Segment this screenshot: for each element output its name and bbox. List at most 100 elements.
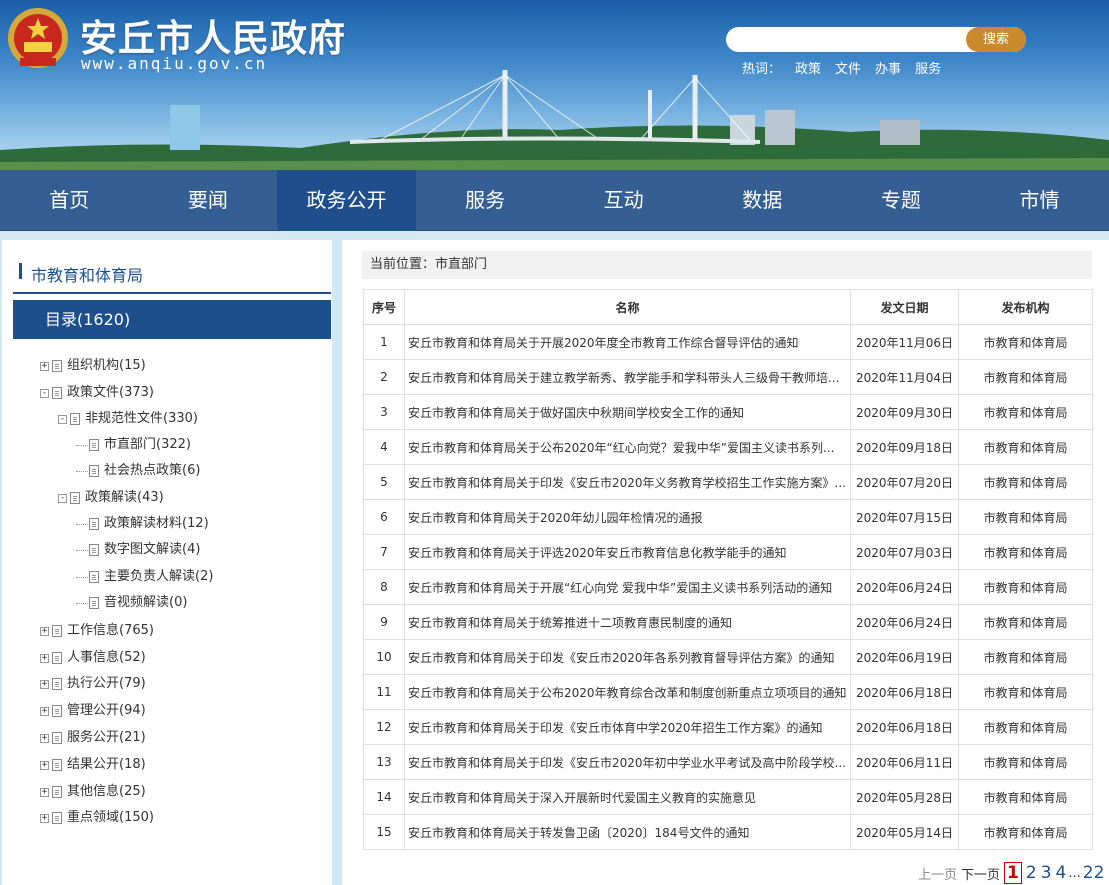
expand-icon[interactable]: + (40, 653, 49, 663)
document-title-link[interactable]: 安丘市教育和体育局关于建立教学新秀、教学能手和学科带头人三级骨干教师培... (404, 359, 851, 395)
column-header-date: 发文日期 (850, 289, 959, 325)
document-title-link[interactable]: 安丘市教育和体育局关于印发《安丘市2020年初中学业水平考试及高中阶段学校... (404, 744, 851, 780)
hotword-link[interactable]: 办事 (875, 58, 901, 77)
expand-icon[interactable]: + (40, 813, 49, 823)
tree-item[interactable]: - 政策解读(43) (58, 489, 164, 507)
tree-item-label: 主要负责人解读(2) (104, 569, 214, 584)
row-index: 13 (363, 744, 405, 780)
page-link-current[interactable]: 1 (1004, 862, 1022, 884)
tree-item[interactable]: - 政策文件(373) (40, 384, 154, 402)
sidebar: 市教育和体育局 目录(1620) + 组织机构(15) - 政策文件(373) - 非规范… (2, 240, 332, 885)
tree-item-label: 数字图文解读(4) (104, 542, 201, 557)
tree-item[interactable]: + 工作信息(765) (40, 622, 154, 640)
row-index: 5 (363, 464, 405, 500)
document-title-link[interactable]: 安丘市教育和体育局关于公布2020年“红心向党？爱我中华”爱国主义读书系列... (404, 429, 851, 465)
tree-item[interactable]: + 重点领域(150) (40, 809, 154, 827)
tree-item[interactable]: + 人事信息(52) (40, 649, 146, 667)
tree-connector (76, 602, 88, 604)
tree-item[interactable]: + 执行公开(79) (40, 675, 146, 693)
document-title-link[interactable]: 安丘市教育和体育局关于深入开展新时代爱国主义教育的实施意见 (404, 779, 851, 815)
tree-item-label: 工作信息(765) (67, 623, 154, 638)
expand-icon[interactable]: + (40, 679, 49, 689)
document-title-link[interactable]: 安丘市教育和体育局关于统筹推进十二项教育惠民制度的通知 (404, 604, 851, 640)
nav-item-news[interactable]: 要闻 (139, 170, 278, 231)
expand-icon[interactable]: + (40, 626, 49, 636)
prev-page-link[interactable]: 上一页 (918, 864, 957, 883)
hotword-link[interactable]: 政策 (795, 58, 821, 77)
national-emblem-logo (8, 8, 68, 68)
nav-item-data[interactable]: 数据 (693, 170, 832, 231)
publisher: 市教育和体育局 (958, 499, 1093, 535)
publish-date: 2020年11月04日 (850, 359, 959, 395)
nav-item-city-info[interactable]: 市情 (970, 170, 1109, 231)
tree-item-label: 执行公开(79) (67, 676, 146, 691)
document-title-link[interactable]: 安丘市教育和体育局关于做好国庆中秋期间学校安全工作的通知 (404, 394, 851, 430)
nav-item-interaction[interactable]: 互动 (554, 170, 693, 231)
table-row: 1 安丘市教育和体育局关于开展2020年度全市教育工作综合督导评估的通知 2020年… (363, 324, 1093, 360)
tree-item[interactable]: 数字图文解读(4) (76, 541, 200, 559)
nav-item-topics[interactable]: 专题 (832, 170, 971, 231)
document-title-link[interactable]: 安丘市教育和体育局关于公布2020年教育综合改革和制度创新重点立项项目的通知 (404, 674, 851, 710)
column-header-publisher: 发布机构 (958, 289, 1093, 325)
page-link[interactable]: 2 (1026, 863, 1037, 883)
tree-item[interactable]: 主要负责人解读(2) (76, 568, 213, 586)
nav-item-services[interactable]: 服务 (416, 170, 555, 231)
search-input[interactable] (736, 29, 962, 50)
tree-item[interactable]: 市直部门(322) (76, 436, 191, 454)
tree-item[interactable]: + 服务公开(21) (40, 729, 146, 747)
nav-item-government-affairs[interactable]: 政务公开 (277, 170, 416, 231)
table-row: 13 安丘市教育和体育局关于印发《安丘市2020年初中学业水平考试及高中阶段学校.… (363, 744, 1093, 780)
tree-connector (76, 444, 88, 446)
tree-item[interactable]: + 其他信息(25) (40, 783, 146, 801)
expand-icon[interactable]: + (40, 733, 49, 743)
tree-item-label: 人事信息(52) (67, 650, 146, 665)
page-link-last[interactable]: 22 (1083, 863, 1105, 883)
document-icon (52, 732, 62, 744)
collapse-icon[interactable]: - (58, 493, 67, 503)
publish-date: 2020年05月14日 (850, 814, 959, 850)
hotword-link[interactable]: 文件 (835, 58, 861, 77)
pagination: 上一页 下一页 1 2 3 4 ... 22 (918, 862, 1106, 884)
document-title-link[interactable]: 安丘市教育和体育局关于印发《安丘市体育中学2020年招生工作方案》的通知 (404, 709, 851, 745)
document-icon (70, 492, 80, 504)
tree-item-label: 结果公开(18) (67, 757, 146, 772)
publish-date: 2020年06月24日 (850, 569, 959, 605)
table-header-row: 序号 名称 发文日期 发布机构 (363, 289, 1093, 325)
publisher: 市教育和体育局 (958, 534, 1093, 570)
collapse-icon[interactable]: - (58, 414, 67, 424)
hotword-link[interactable]: 服务 (915, 58, 941, 77)
document-icon (52, 759, 62, 771)
tree-item[interactable]: 社会热点政策(6) (76, 462, 200, 480)
document-icon (89, 465, 99, 477)
document-title-link[interactable]: 安丘市教育和体育局关于评选2020年安丘市教育信息化教学能手的通知 (404, 534, 851, 570)
page-link[interactable]: 3 (1041, 863, 1052, 883)
document-title-link[interactable]: 安丘市教育和体育局关于转发鲁卫函〔2020〕184号文件的通知 (404, 814, 851, 850)
document-title-link[interactable]: 安丘市教育和体育局关于开展“红心向党 爱我中华”爱国主义读书系列活动的通知 (404, 569, 851, 605)
expand-icon[interactable]: + (40, 706, 49, 716)
expand-icon[interactable]: + (40, 361, 49, 371)
document-title-link[interactable]: 安丘市教育和体育局关于印发《安丘市2020年义务教育学校招生工作实施方案》... (404, 464, 851, 500)
tree-item[interactable]: 政策解读材料(12) (76, 515, 209, 533)
row-index: 15 (363, 814, 405, 850)
column-header-title: 名称 (404, 289, 851, 325)
tree-item[interactable]: 音视频解读(0) (76, 594, 187, 612)
tree-item[interactable]: + 组织机构(15) (40, 357, 146, 375)
document-title-link[interactable]: 安丘市教育和体育局关于2020年幼儿园年检情况的通报 (404, 499, 851, 535)
tree-item-label: 政策解读(43) (85, 490, 164, 505)
document-title-link[interactable]: 安丘市教育和体育局关于印发《安丘市2020年各系列教育督导评估方案》的通知 (404, 639, 851, 675)
table-row: 9 安丘市教育和体育局关于统筹推进十二项教育惠民制度的通知 2020年06月24日市… (363, 604, 1093, 640)
document-title-link[interactable]: 安丘市教育和体育局关于开展2020年度全市教育工作综合督导评估的通知 (404, 324, 851, 360)
tree-item[interactable]: - 非规范性文件(330) (58, 410, 198, 428)
next-page-link[interactable]: 下一页 (961, 864, 1000, 883)
catalog-header[interactable]: 目录(1620) (13, 300, 331, 339)
expand-icon[interactable]: + (40, 787, 49, 797)
search-button[interactable]: 搜索 (966, 27, 1026, 52)
publisher: 市教育和体育局 (958, 324, 1093, 360)
collapse-icon[interactable]: - (40, 388, 49, 398)
tree-item[interactable]: + 管理公开(94) (40, 702, 146, 720)
tree-item[interactable]: + 结果公开(18) (40, 756, 146, 774)
expand-icon[interactable]: + (40, 760, 49, 770)
nav-item-home[interactable]: 首页 (0, 170, 139, 231)
page-link[interactable]: 4 (1056, 863, 1067, 883)
publisher: 市教育和体育局 (958, 744, 1093, 780)
